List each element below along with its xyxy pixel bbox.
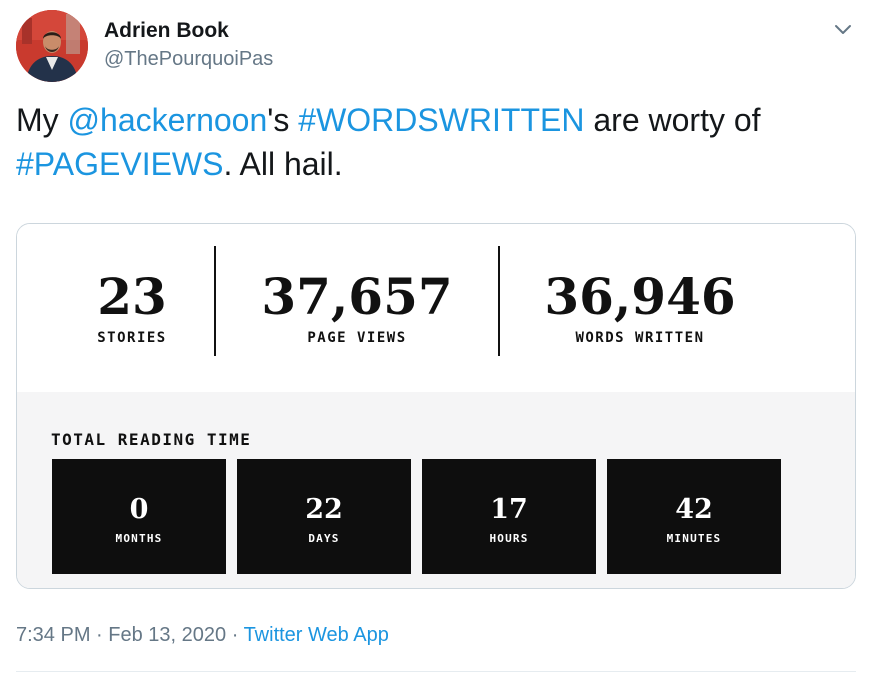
time-value: 22 [305,494,343,525]
time-label: DAYS [308,532,340,545]
time-box-minutes: 42 MINUTES [607,459,781,574]
tweet-text-segment: My [16,102,68,138]
stat-value: 23 [97,267,167,326]
source-app-link[interactable]: Twitter Web App [244,624,389,646]
author-name[interactable]: Adrien Book [104,18,273,44]
time-box-months: 0 MONTHS [52,459,226,574]
stat-stories: 23 STORIES [87,267,177,347]
hashtag-link-pageviews[interactable]: #PAGEVIEWS [16,146,223,182]
tweet-time[interactable]: 7:34 PM [16,624,90,646]
time-value: 42 [675,494,713,525]
tweet-text-segment: . All hail. [223,146,343,182]
tweet-text-segment: 's [267,102,299,138]
time-value: 0 [129,494,149,525]
separator-dot: · [226,624,244,646]
tweet-text: My @hackernoon's #WORDSWRITTEN are worty… [16,98,846,186]
tweet-date[interactable]: Feb 13, 2020 [108,624,226,646]
tweet-header: Adrien Book @ThePourquoiPas [16,10,856,82]
author-info[interactable]: Adrien Book @ThePourquoiPas [104,18,273,72]
chevron-down-icon [835,25,851,34]
tweet-metadata: 7:34 PM · Feb 13, 2020 · Twitter Web App [16,621,389,649]
hashtag-link-wordswritten[interactable]: #WORDSWRITTEN [298,102,584,138]
stat-divider [214,246,216,356]
avatar-photo [16,10,88,82]
time-value: 17 [490,494,528,525]
mention-link[interactable]: @hackernoon [68,102,268,138]
stat-label: STORIES [97,330,167,346]
tweet-text-segment: are worty of [584,102,761,138]
time-label: MINUTES [666,532,722,545]
author-handle[interactable]: @ThePourquoiPas [104,46,273,72]
stats-card-image[interactable]: 23 STORIES 37,657 PAGE VIEWS 36,946 WORD… [16,223,856,589]
time-box-hours: 17 HOURS [422,459,596,574]
stat-value: 37,657 [261,267,453,326]
stat-page-views: 37,657 PAGE VIEWS [242,267,472,347]
stat-value: 36,946 [544,267,736,326]
reading-time-section: TOTAL READING TIME 0 MONTHS 22 DAYS 17 H… [17,392,855,588]
stat-words-written: 36,946 WORDS WRITTEN [525,267,755,347]
divider [16,671,856,672]
time-label: MONTHS [115,532,163,545]
stats-summary: 23 STORIES 37,657 PAGE VIEWS 36,946 WORD… [17,224,855,392]
stat-label: WORDS WRITTEN [575,330,705,346]
stat-label: PAGE VIEWS [307,330,407,346]
more-options-button[interactable] [830,16,856,42]
avatar[interactable] [16,10,88,82]
time-label: HOURS [489,532,529,545]
reading-time-title: TOTAL READING TIME [51,430,252,449]
separator-dot: · [90,624,109,646]
stat-divider [498,246,500,356]
time-box-days: 22 DAYS [237,459,411,574]
